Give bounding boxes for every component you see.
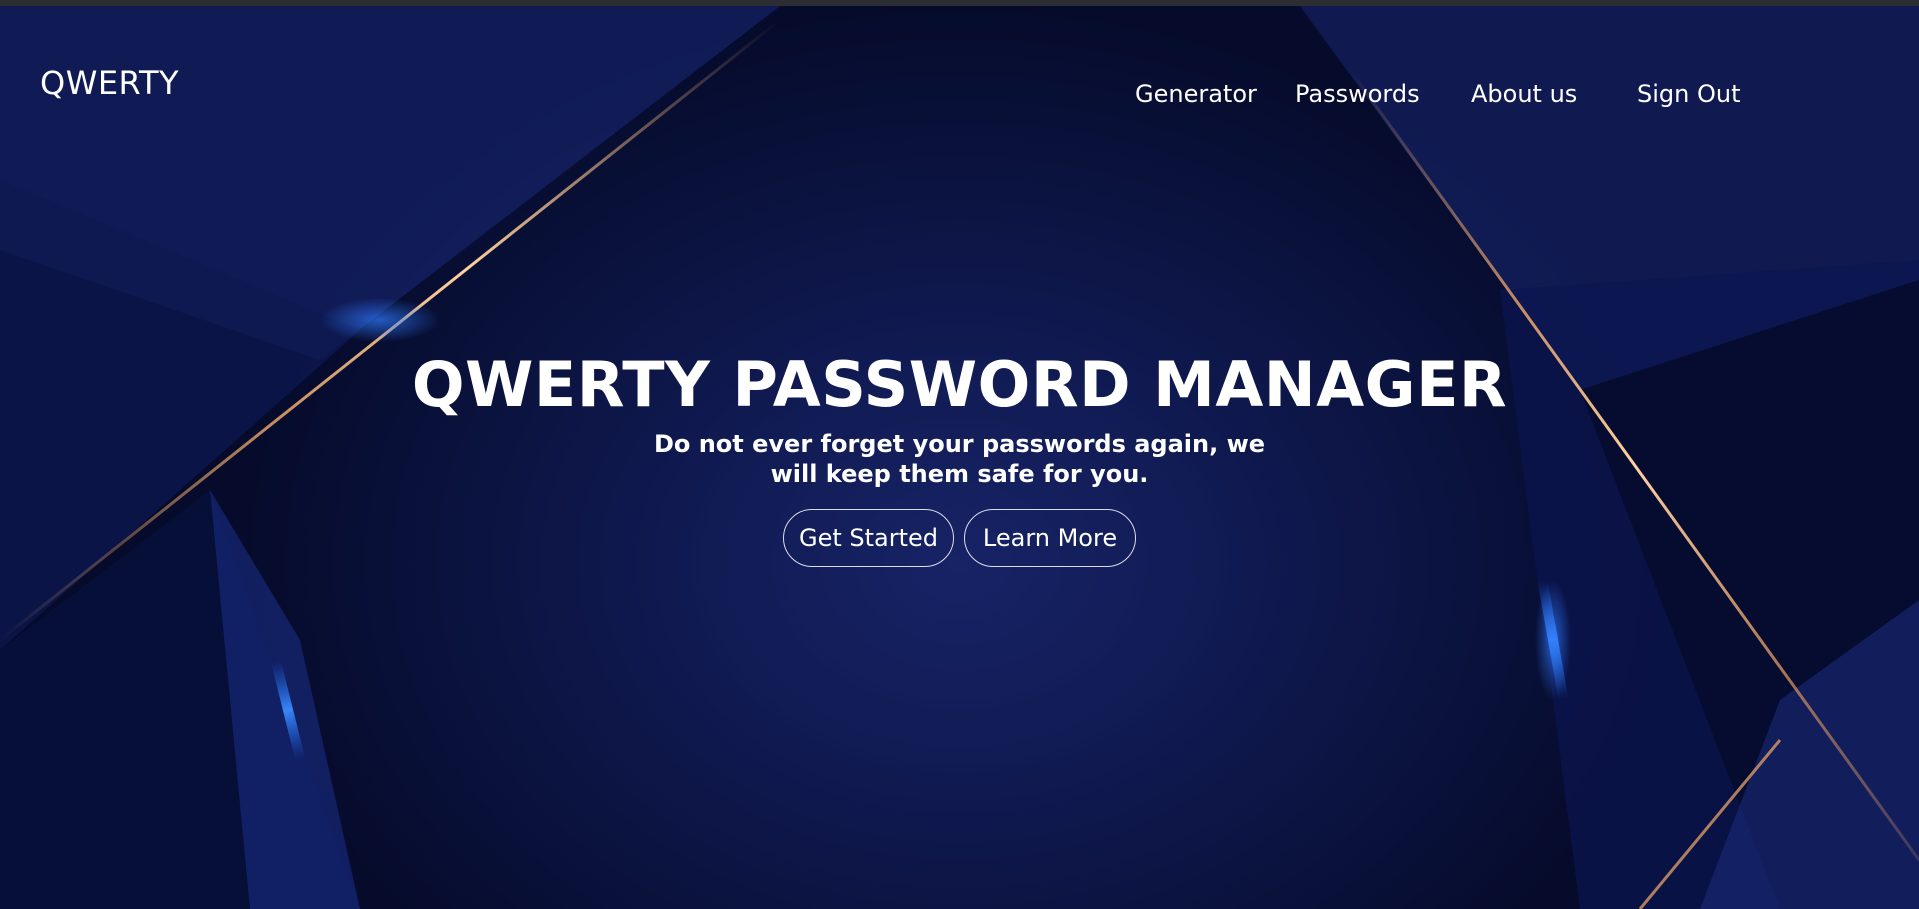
get-started-button[interactable]: Get Started — [783, 509, 954, 567]
hero-title: QWERTY PASSWORD MANAGER — [411, 348, 1508, 421]
nav-generator[interactable]: Generator — [1135, 80, 1257, 108]
nav-sign-out[interactable]: Sign Out — [1637, 80, 1741, 108]
nav-about-us[interactable]: About us — [1471, 80, 1577, 108]
hero-subtitle: Do not ever forget your passwords again,… — [653, 430, 1266, 488]
main-nav: Generator Passwords About us Sign Out — [0, 80, 1919, 114]
browser-top-strip — [0, 0, 1919, 6]
learn-more-button[interactable]: Learn More — [964, 509, 1136, 567]
nav-passwords[interactable]: Passwords — [1295, 80, 1420, 108]
blue-glow-left — [320, 298, 440, 342]
landing-page: QWERTY Generator Passwords About us Sign… — [0, 0, 1919, 909]
hero-section: QWERTY PASSWORD MANAGER Do not ever forg… — [0, 345, 1919, 567]
blue-glow-right — [1535, 580, 1571, 700]
hero-buttons: Get Started Learn More — [0, 509, 1919, 567]
